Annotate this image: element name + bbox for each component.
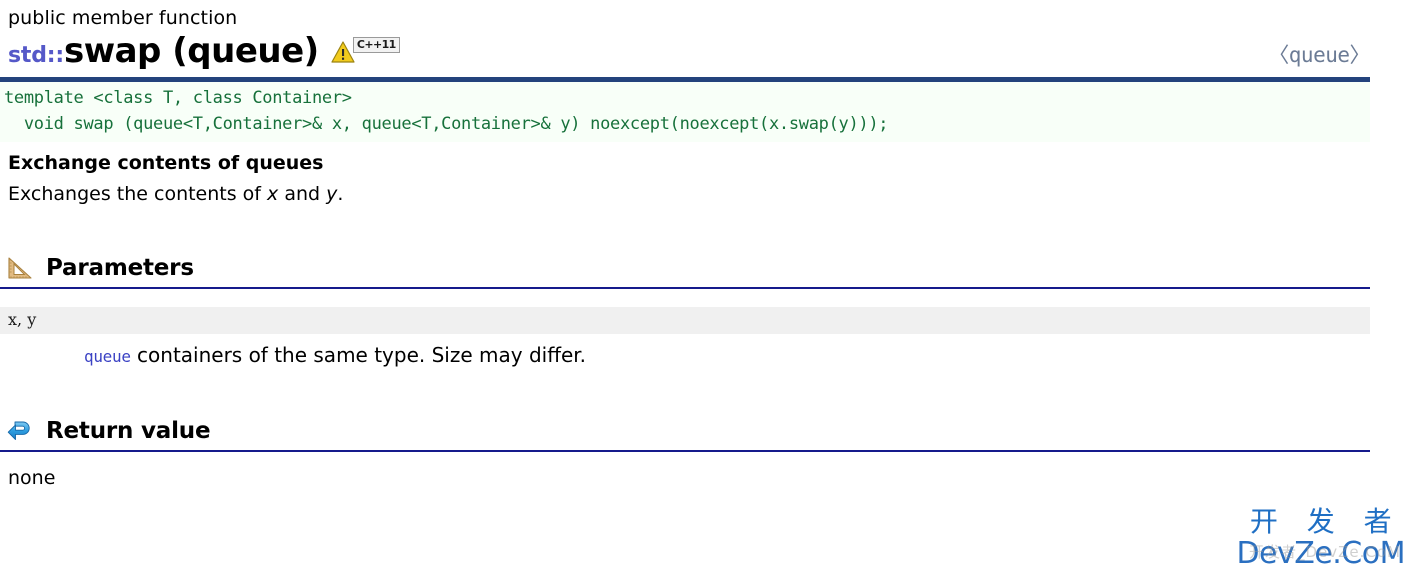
signature-line-2: void swap (queue<T,Container>& x, queue<…: [4, 114, 889, 134]
parameters-title: Parameters: [46, 255, 194, 281]
cpp11-label: C++11: [352, 36, 400, 53]
cpp11-badge[interactable]: C++11: [331, 36, 407, 63]
param-name-bar: x, y: [0, 307, 1370, 334]
return-value-text: none: [8, 467, 56, 489]
description-text-middle: and: [278, 183, 327, 205]
description-text-before: Exchanges the contents of: [8, 183, 268, 205]
description-param-y: y: [326, 183, 338, 205]
reference-page: public member function std::swap (queue)…: [0, 0, 1411, 572]
watermark-cn: 开 发 者: [1249, 505, 1402, 538]
return-arrow-icon: [6, 418, 34, 444]
namespace-prefix: std::: [8, 43, 64, 68]
parameters-section: Parameters x, y queue containers of the …: [0, 252, 1411, 371]
parameters-table: x, y queue containers of the same type. …: [0, 307, 1411, 371]
return-value-title: Return value: [46, 418, 211, 444]
description-text: Exchanges the contents of x and y.: [0, 176, 1411, 208]
warning-triangle-icon: [331, 40, 355, 63]
parameters-heading: Parameters: [0, 252, 1411, 284]
description-text-after: .: [337, 183, 344, 205]
param-description: queue containers of the same type. Size …: [0, 334, 1411, 371]
param-description-text: containers of the same type. Size may di…: [130, 343, 587, 367]
parameters-divider: [0, 287, 1370, 289]
description-param-x: x: [267, 183, 279, 205]
watermark-en: DevZe.CoM 开发者_DevZe.CoM: [1236, 538, 1405, 570]
ruler-triangle-icon: [6, 255, 34, 281]
watermark: 开 发 者 DevZe.CoM 开发者_DevZe.CoM: [1236, 506, 1405, 570]
page-title: std::swap (queue): [8, 31, 319, 71]
function-signature-block: template <class T, class Container> void…: [0, 82, 1370, 142]
queue-type-link[interactable]: queue: [84, 347, 131, 366]
return-value-heading: Return value: [0, 415, 1411, 447]
watermark-ghost: 开发者_DevZe.CoM: [1248, 543, 1401, 561]
description-title: Exchange contents of queues: [8, 152, 324, 174]
function-name: swap (queue): [63, 31, 319, 71]
include-header-link[interactable]: 〈queue〉: [1268, 39, 1370, 69]
signature-line-1: template <class T, class Container>: [4, 88, 352, 108]
title-row: std::swap (queue) C++11 〈queue〉: [0, 31, 1411, 73]
page-kind-label: public member function: [8, 7, 238, 29]
return-value-section: Return value none: [0, 415, 1411, 492]
